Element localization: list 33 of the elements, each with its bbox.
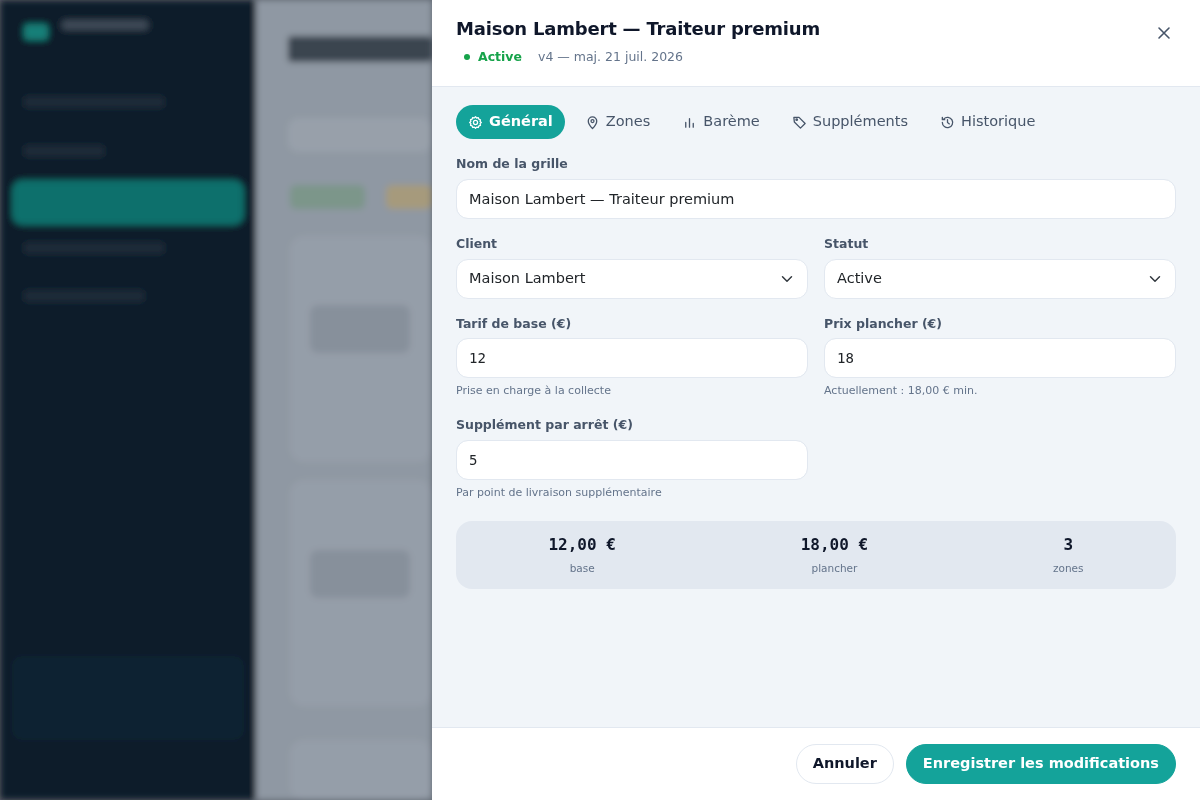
tab[interactable]: Suppléments [779, 105, 920, 140]
tab[interactable]: Zones [572, 105, 663, 140]
field-label: Client [456, 234, 499, 253]
summary-value: 12,00 € [548, 534, 616, 557]
gear-icon [468, 114, 483, 130]
summary-value: 3 [1063, 534, 1074, 557]
help-text: Par point de livraison supplémentaire [456, 484, 663, 501]
field-label: Nom de la grille [456, 155, 569, 174]
select-field[interactable]: Maison Lambert [456, 258, 808, 299]
tag-icon [791, 114, 807, 130]
version-info: v4 — maj. 21 juil. 2026 [538, 47, 684, 66]
number-field[interactable]: 5 [456, 439, 808, 480]
close-icon [1156, 25, 1172, 41]
field-label: Supplément par arrêt (€) [456, 415, 634, 434]
select-field[interactable]: Active [824, 258, 1176, 299]
help-text: Prise en charge à la collecte [456, 383, 612, 400]
help-text: Actuellement : 18,00 € min. [824, 383, 979, 400]
tab[interactable]: Barème [670, 105, 772, 140]
cancel-button[interactable]: Annuler [795, 744, 894, 784]
summary-value: 18,00 € [800, 534, 869, 557]
number-field[interactable]: 18 [824, 338, 1176, 379]
field-label: Statut [824, 234, 870, 253]
drawer-title: Maison Lambert — Traiteur premium [456, 18, 820, 40]
history-icon [940, 114, 955, 130]
tab[interactable]: Historique [928, 105, 1048, 140]
text-field[interactable]: Maison Lambert — Traiteur premium [456, 178, 1176, 219]
summary-label: plancher [811, 561, 858, 577]
field-label: Tarif de base (€) [456, 314, 573, 333]
status-label: Active [478, 47, 522, 66]
summary-label: base [569, 561, 595, 577]
number-field[interactable]: 12 [456, 338, 808, 379]
field-label: Prix plancher (€) [824, 314, 944, 333]
summary-label: zones [1053, 561, 1084, 577]
